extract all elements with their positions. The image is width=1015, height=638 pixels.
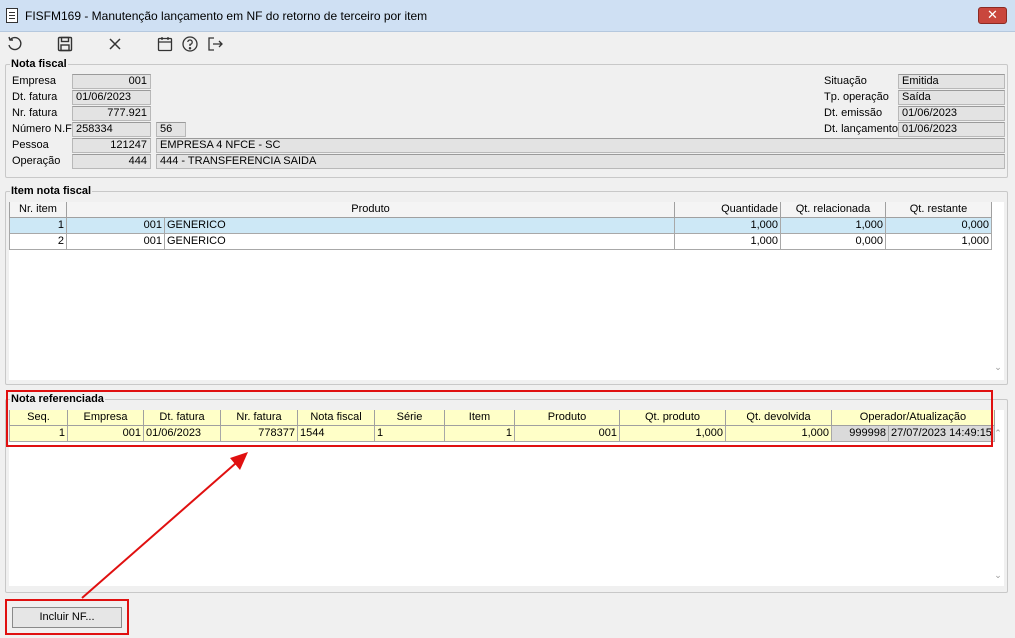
table-row[interactable]: 2 001 GENERICO 1,000 0,000 1,000 [9, 232, 992, 250]
serie-field[interactable]: 56 [156, 122, 186, 137]
cell-nota-fiscal[interactable]: 1544 [297, 424, 375, 442]
col-qt-restante[interactable]: Qt. restante [885, 202, 992, 218]
col-empresa[interactable]: Empresa [67, 410, 144, 426]
cancel-icon[interactable] [106, 35, 126, 55]
table-row[interactable]: 1 001 01/06/2023 778377 1544 1 1 001 1,0… [9, 424, 995, 442]
table-row[interactable]: 1 001 GENERICO 1,000 1,000 0,000 [9, 216, 992, 234]
situacao-label: Situação [824, 75, 867, 87]
cell-produto[interactable]: 001 [514, 424, 620, 442]
cell-nr-item[interactable]: 1 [9, 216, 67, 234]
item-nota-fiscal-legend: Item nota fiscal [11, 185, 92, 197]
calendar-icon[interactable] [156, 35, 176, 55]
cell-item[interactable]: 1 [444, 424, 515, 442]
nr-fatura-label: Nr. fatura [12, 107, 58, 119]
col-seq[interactable]: Seq. [9, 410, 68, 426]
cell-quantidade[interactable]: 1,000 [674, 232, 781, 250]
col-operador[interactable]: Operador/Atualização [831, 410, 995, 426]
situacao-field: Emitida [898, 74, 1005, 89]
cell-qt-devolvida[interactable]: 1,000 [725, 424, 832, 442]
pessoa-label: Pessoa [12, 139, 49, 151]
item-grid: Nr. item Produto Quantidade Qt. relacion… [9, 202, 1004, 380]
form-icon [6, 8, 18, 23]
cell-atualizacao: 27/07/2023 14:49:15 [888, 424, 995, 442]
cell-seq[interactable]: 1 [9, 424, 68, 442]
dt-fatura-label: Dt. fatura [12, 91, 58, 103]
nota-ref-scroll-down-icon[interactable]: ⌄ [993, 570, 1003, 581]
dt-emissao-field: 01/06/2023 [898, 106, 1005, 121]
title-bar: FISFM169 - Manutenção lançamento em NF d… [0, 0, 1015, 32]
cell-quantidade[interactable]: 1,000 [674, 216, 781, 234]
cell-serie[interactable]: 1 [374, 424, 445, 442]
refresh-icon[interactable] [6, 35, 26, 55]
nota-fiscal-legend: Nota fiscal [11, 58, 67, 70]
empresa-label: Empresa [12, 75, 57, 87]
col-serie[interactable]: Série [374, 410, 445, 426]
col-item[interactable]: Item [444, 410, 515, 426]
nota-referenciada-legend: Nota referenciada [11, 393, 104, 405]
cell-produto-code[interactable]: 001 [66, 216, 165, 234]
cell-produto-name[interactable]: GENERICO [164, 216, 675, 234]
cell-qt-relacionada[interactable]: 0,000 [780, 232, 886, 250]
cell-qt-restante[interactable]: 0,000 [885, 216, 992, 234]
cell-produto-code[interactable]: 001 [66, 232, 165, 250]
nota-ref-table: Seq. Empresa Dt. fatura Nr. fatura Nota … [9, 410, 995, 442]
exit-icon[interactable] [206, 35, 226, 55]
item-header-row: Nr. item Produto Quantidade Qt. relacion… [9, 202, 992, 218]
toolbar [0, 32, 1015, 58]
cell-empresa[interactable]: 001 [67, 424, 144, 442]
dt-lancamento-field: 01/06/2023 [898, 122, 1005, 137]
cell-nr-item[interactable]: 2 [9, 232, 67, 250]
close-button[interactable]: ✕ [978, 7, 1007, 24]
item-table: Nr. item Produto Quantidade Qt. relacion… [9, 202, 992, 250]
empresa-field[interactable]: 001 [72, 74, 151, 89]
cell-qt-relacionada[interactable]: 1,000 [780, 216, 886, 234]
col-qt-devolvida[interactable]: Qt. devolvida [725, 410, 832, 426]
cell-qt-produto[interactable]: 1,000 [619, 424, 726, 442]
cell-dt-fatura[interactable]: 01/06/2023 [143, 424, 221, 442]
operacao-name-field: 444 - TRANSFERENCIA SAIDA [156, 154, 1005, 169]
operacao-code-field[interactable]: 444 [72, 154, 151, 169]
nota-ref-scroll-up-icon[interactable]: ⌃ [993, 428, 1003, 439]
cell-nr-fatura[interactable]: 778377 [220, 424, 298, 442]
tp-operacao-field: Saída [898, 90, 1005, 105]
col-nr-item[interactable]: Nr. item [9, 202, 67, 218]
help-icon[interactable] [181, 35, 201, 55]
pessoa-name-field: EMPRESA 4 NFCE - SC [156, 138, 1005, 153]
incluir-nf-button[interactable]: Incluir NF... [12, 607, 122, 628]
save-icon[interactable] [56, 35, 76, 55]
numero-nf-label: Número N.F [12, 123, 72, 135]
numero-nf-field[interactable]: 258334 [72, 122, 151, 137]
window-title: FISFM169 - Manutenção lançamento em NF d… [25, 9, 428, 23]
dt-lancamento-label: Dt. lançamento [824, 123, 898, 135]
tp-operacao-label: Tp. operação [824, 91, 889, 103]
cell-operador: 999998 [831, 424, 889, 442]
nota-ref-header-row: Seq. Empresa Dt. fatura Nr. fatura Nota … [9, 410, 995, 426]
nota-ref-grid: Seq. Empresa Dt. fatura Nr. fatura Nota … [9, 410, 1004, 586]
item-scroll-down-icon[interactable]: ⌄ [993, 362, 1003, 373]
col-nota-fiscal[interactable]: Nota fiscal [297, 410, 375, 426]
dt-emissao-label: Dt. emissão [824, 107, 883, 119]
col-produto[interactable]: Produto [514, 410, 620, 426]
col-nr-fatura[interactable]: Nr. fatura [220, 410, 298, 426]
col-quantidade[interactable]: Quantidade [674, 202, 781, 218]
col-qt-produto[interactable]: Qt. produto [619, 410, 726, 426]
nr-fatura-field[interactable]: 777.921 [72, 106, 151, 121]
cell-qt-restante[interactable]: 1,000 [885, 232, 992, 250]
dt-fatura-field[interactable]: 01/06/2023 [72, 90, 151, 105]
col-qt-relacionada[interactable]: Qt. relacionada [780, 202, 886, 218]
cell-produto-name[interactable]: GENERICO [164, 232, 675, 250]
operacao-label: Operação [12, 155, 61, 167]
col-produto[interactable]: Produto [66, 202, 675, 218]
col-dt-fatura[interactable]: Dt. fatura [143, 410, 221, 426]
pessoa-code-field[interactable]: 121247 [72, 138, 151, 153]
